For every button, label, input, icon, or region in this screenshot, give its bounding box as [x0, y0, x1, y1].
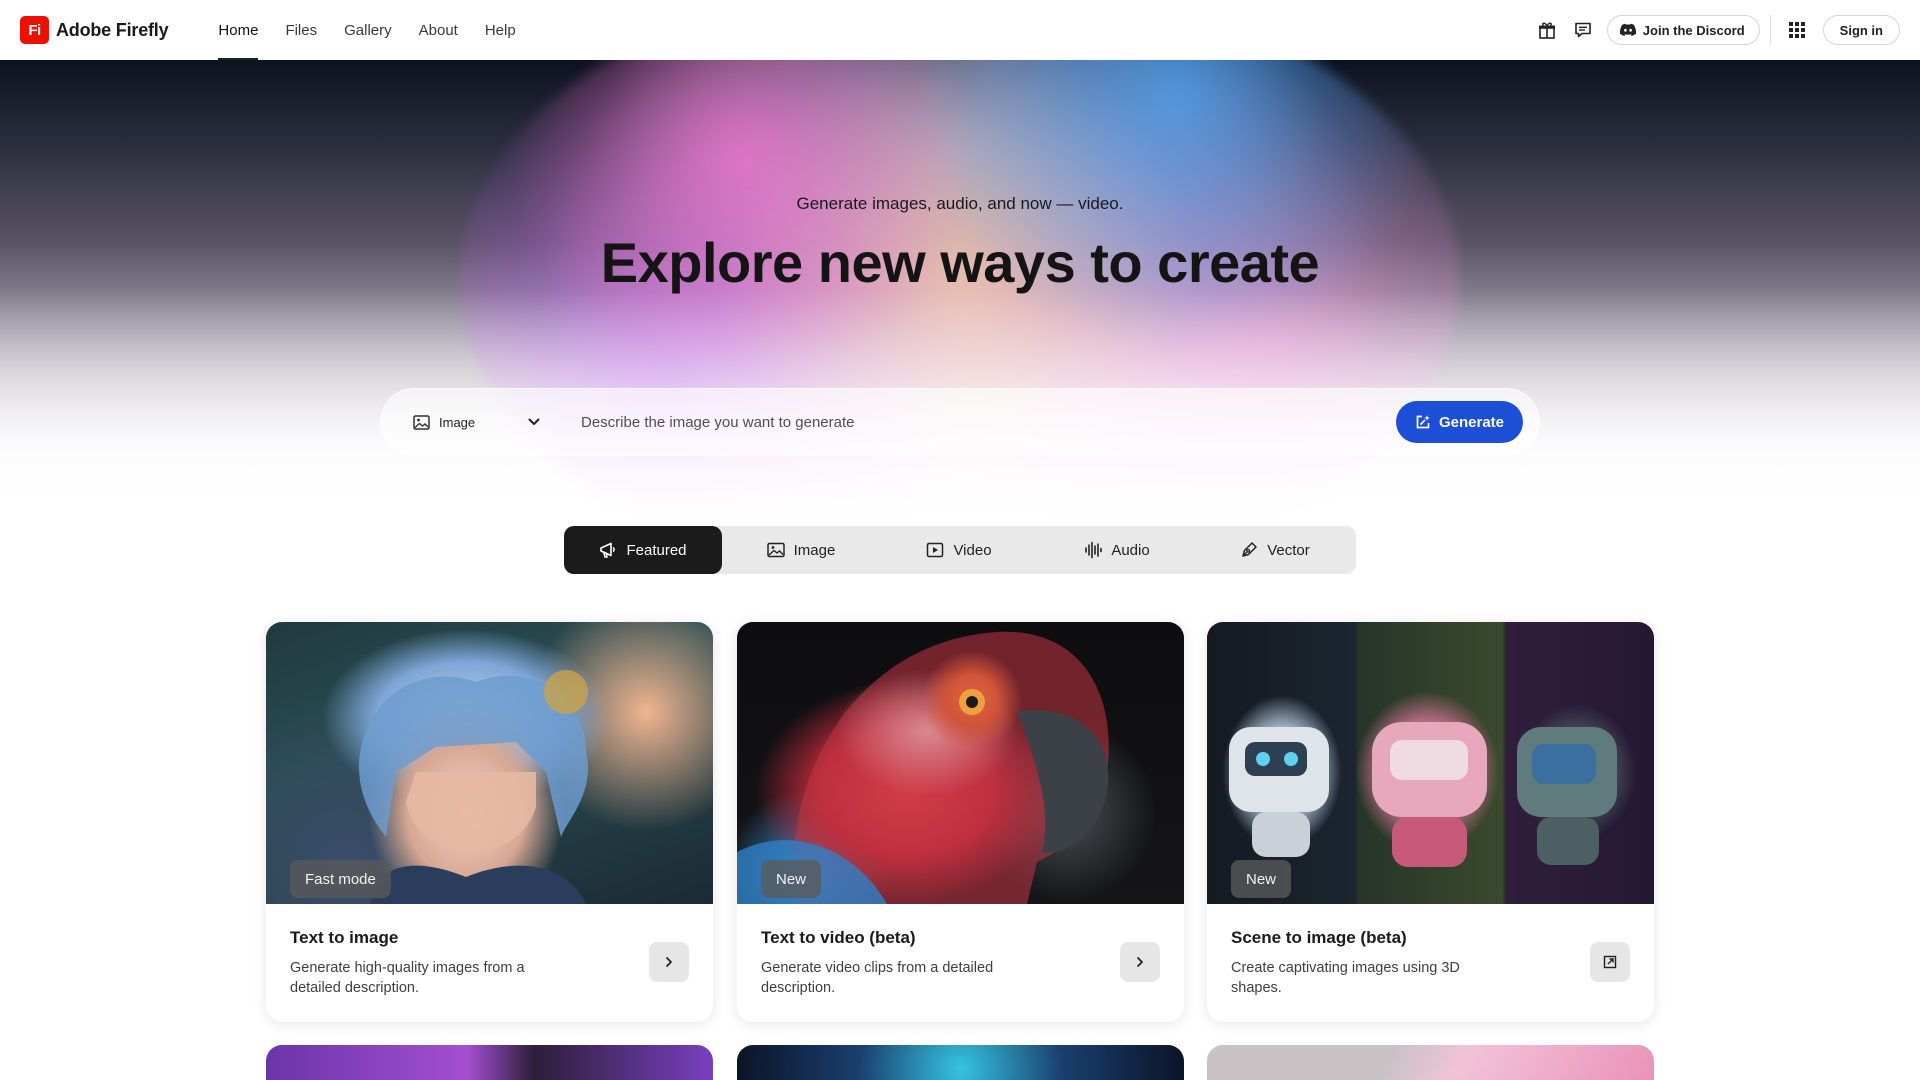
hero-title: Explore new ways to create — [600, 231, 1320, 294]
feature-card-scene-to-image[interactable]: New Scene to image (beta) Create captiva… — [1207, 622, 1654, 1022]
tab-image[interactable]: Image — [722, 526, 880, 574]
feature-card-peek[interactable] — [737, 1045, 1184, 1080]
card-badge: Fast mode — [290, 860, 391, 898]
tab-label: Vector — [1267, 541, 1310, 559]
chevron-down-icon — [528, 418, 540, 425]
media-type-dropdown[interactable]: Image — [413, 415, 541, 430]
discord-icon — [1619, 23, 1636, 36]
image-icon — [766, 542, 785, 558]
prompt-input[interactable] — [581, 402, 1396, 442]
video-icon — [927, 542, 944, 558]
waveform-icon — [1085, 541, 1103, 559]
nav-divider — [1769, 15, 1771, 45]
media-type-label: Image — [439, 414, 476, 430]
prompt-bar: Image Generate — [380, 388, 1540, 456]
generate-icon — [1416, 415, 1430, 429]
hero-banner: Generate images, audio, and now — video.… — [0, 60, 1920, 520]
hero-subtitle: Generate images, audio, and now — video. — [796, 194, 1124, 213]
card-title: Text to image — [290, 928, 399, 947]
open-external-icon — [1603, 955, 1617, 969]
tab-label: Featured — [626, 541, 687, 559]
card-badge: New — [1231, 860, 1292, 898]
brand[interactable]: Fi Adobe Firefly — [20, 16, 169, 44]
nav-actions: Join the Discord Sign in — [1529, 0, 1900, 60]
card-description: Create captivating images using 3D shape… — [1231, 960, 1460, 996]
join-discord-button[interactable]: Join the Discord — [1606, 15, 1760, 45]
nav-link-gallery[interactable]: Gallery — [344, 0, 392, 60]
top-navigation: Fi Adobe Firefly Home Files Gallery Abou… — [0, 0, 1920, 60]
firefly-logo: Fi — [20, 16, 49, 44]
feature-card-text-to-image[interactable]: Fast mode Text to image Generate high-qu… — [266, 622, 713, 1022]
nav-link-home[interactable]: Home — [218, 0, 259, 60]
card-title: Text to video (beta) — [761, 928, 916, 947]
card-open-button[interactable] — [1120, 942, 1160, 982]
tab-label: Audio — [1111, 541, 1150, 559]
generate-label: Generate — [1438, 413, 1505, 431]
tab-label: Image — [793, 541, 836, 559]
tab-label: Video — [953, 541, 992, 559]
feature-card-text-to-video[interactable]: New Text to video (beta) Generate video … — [737, 622, 1184, 1022]
generate-button[interactable]: Generate — [1396, 401, 1523, 443]
app-grid-icon[interactable] — [1779, 12, 1815, 48]
brand-name: Adobe Firefly — [56, 19, 169, 40]
card-title: Scene to image (beta) — [1231, 928, 1407, 947]
chevron-right-icon — [1137, 957, 1143, 967]
tab-featured[interactable]: Featured — [564, 526, 722, 574]
megaphone-icon — [600, 542, 616, 558]
card-image: New — [737, 622, 1184, 904]
card-image: Fast mode — [266, 622, 713, 904]
gift-icon[interactable] — [1529, 12, 1565, 48]
nav-link-help[interactable]: Help — [485, 0, 516, 60]
card-open-button[interactable] — [1590, 942, 1630, 982]
card-open-button[interactable] — [649, 942, 689, 982]
nav-link-about[interactable]: About — [419, 0, 458, 60]
feature-card-peek[interactable] — [266, 1045, 713, 1080]
tab-video[interactable]: Video — [880, 526, 1038, 574]
pen-icon — [1242, 542, 1257, 557]
discord-label: Join the Discord — [1642, 22, 1745, 38]
tab-audio[interactable]: Audio — [1038, 526, 1196, 574]
category-tabs: Featured Image Video Audio Vector — [564, 526, 1356, 574]
card-description: Generate high-quality images from a deta… — [290, 960, 525, 996]
tab-vector[interactable]: Vector — [1196, 526, 1354, 574]
chat-bubble-icon[interactable] — [1565, 12, 1601, 48]
card-image: New — [1207, 622, 1654, 904]
feature-card-peek[interactable] — [1207, 1045, 1654, 1080]
card-description: Generate video clips from a detailed des… — [761, 960, 994, 996]
image-icon — [413, 414, 430, 430]
main-nav: Home Files Gallery About Help — [218, 0, 542, 60]
chevron-right-icon — [666, 957, 672, 967]
nav-link-files[interactable]: Files — [285, 0, 317, 60]
sign-in-button[interactable]: Sign in — [1822, 15, 1900, 45]
card-badge: New — [761, 860, 822, 898]
